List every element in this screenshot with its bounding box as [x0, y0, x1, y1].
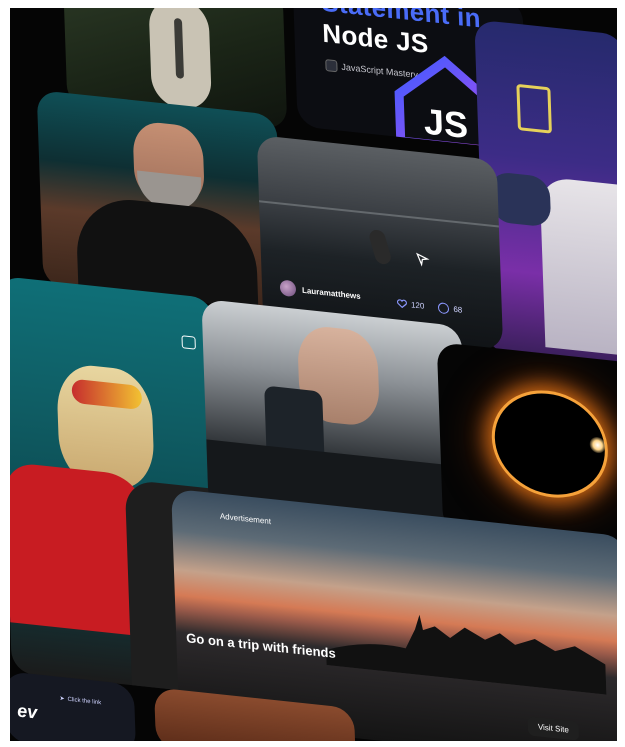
likes[interactable]: 120	[396, 298, 425, 312]
frame-top	[0, 0, 625, 8]
likes-count: 120	[410, 300, 425, 311]
frame-right	[617, 0, 625, 747]
person-arm	[489, 171, 552, 228]
masonry-grid: Statement in Node JS JavaScript Mastery …	[10, 8, 617, 741]
click-hint[interactable]: ➤ Click the link	[59, 695, 101, 706]
screenshot-stage: Statement in Node JS JavaScript Mastery …	[0, 0, 625, 747]
dev-code-text: ev	[16, 700, 38, 723]
heart-icon	[396, 299, 407, 309]
js-logo-text: JS	[423, 101, 468, 147]
comments[interactable]: 68	[438, 302, 462, 316]
bearded-man-card[interactable]	[36, 89, 284, 312]
post-author[interactable]: Lauramatthews	[279, 279, 361, 304]
ad-label: Advertisement	[219, 511, 272, 527]
comments-count: 68	[453, 304, 463, 315]
visit-site-button[interactable]: Visit Site	[527, 716, 580, 741]
comment-icon	[438, 302, 450, 315]
drowning-hand	[367, 228, 393, 266]
ad-headline: Go on a trip with friends	[186, 630, 336, 661]
person-shirt	[539, 176, 617, 357]
hint-text: Click the link	[67, 696, 102, 706]
post-stats: 120 68	[396, 298, 463, 316]
horizon-line	[259, 200, 499, 228]
cursor-icon: ➤	[59, 695, 65, 703]
cursor-icon	[416, 252, 430, 267]
frame-bottom	[0, 741, 625, 747]
channel-icon	[325, 59, 338, 73]
frame-left	[0, 0, 10, 747]
neon-sign	[516, 83, 552, 134]
camera-icon[interactable]	[181, 335, 196, 350]
friends-silhouette	[326, 614, 607, 695]
author-name: Lauramatthews	[301, 285, 361, 301]
avatar	[279, 279, 297, 298]
